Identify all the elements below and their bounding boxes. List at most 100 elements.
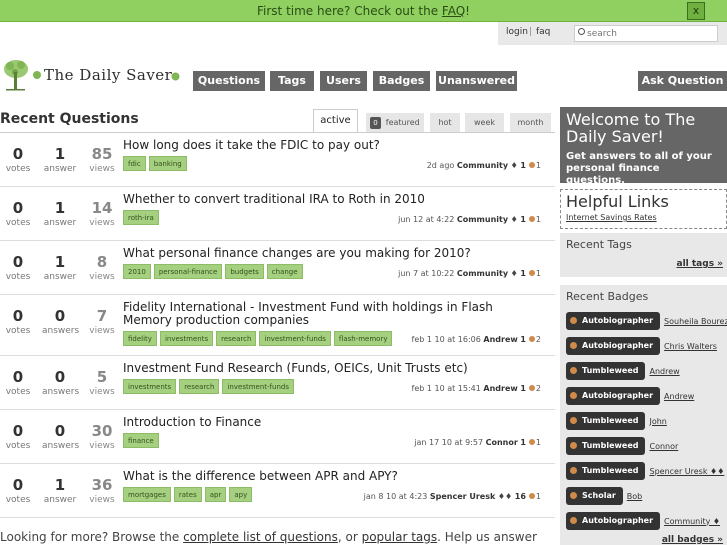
badge-pill[interactable]: Tumbleweed [566,362,646,380]
answers-label: answers [42,387,80,397]
tag[interactable]: investment-funds [259,331,331,346]
tag[interactable]: roth-ira [123,210,159,225]
badge-pill[interactable]: Tumbleweed [566,462,646,480]
question-row: 0 votes 1 answer 8 views What personal fina… [0,241,555,295]
tag[interactable]: investment-funds [222,379,294,394]
popular-tags-link[interactable]: popular tags [362,530,438,544]
notify-faq-link[interactable]: FAQ [442,4,465,18]
faq-link[interactable]: faq [536,27,550,37]
tag[interactable]: apr [204,487,227,502]
badge-pill[interactable]: Autobiographer [566,512,661,530]
badge-pill[interactable]: Tumbleweed [566,437,646,455]
votes-stat: 0 votes [0,307,36,336]
bronze-badge-icon [570,342,577,349]
question-user-link[interactable]: Community [457,161,508,170]
tag[interactable]: investments [123,379,177,394]
badge-user-link[interactable]: Spencer Uresk ♦♦ [649,467,724,476]
notify-close-button[interactable]: x [687,2,705,20]
question-title[interactable]: Investment Fund Research (Funds, OEICs, … [123,362,503,375]
tag[interactable]: apy [229,487,253,502]
nav-users[interactable]: Users [320,71,367,91]
all-badges-link[interactable]: all badges » [662,535,723,545]
badge-pill[interactable]: Autobiographer [566,337,661,355]
badge-user-link[interactable]: Andrew [649,367,679,376]
question-title[interactable]: Introduction to Finance [123,416,503,429]
tab-hot[interactable]: hot [430,113,460,132]
badge-user-link[interactable]: Connor [649,442,678,451]
question-meta: feb 1 10 at 16:06 Andrew 12 [412,335,542,344]
recent-tags-title: Recent Tags [566,238,632,251]
question-user-link[interactable]: Andrew [483,335,517,344]
tag[interactable]: personal-finance [153,264,223,279]
votes-stat: 0 votes [0,253,36,282]
question-title[interactable]: Whether to convert traditional IRA to Ro… [123,193,503,206]
tree-logo-icon[interactable] [2,58,42,94]
bronze-badge-icon [570,367,577,374]
all-questions-link[interactable]: complete list of questions [183,530,338,544]
badge-user-link[interactable]: Souheila Bourezg [664,317,727,326]
nav-badges[interactable]: Badges [373,71,430,91]
badge-pill[interactable]: Tumbleweed [566,412,646,430]
tag[interactable]: banking [148,156,187,171]
views-stat: 36 views [84,476,120,505]
tab-active[interactable]: active [313,109,358,133]
tag[interactable]: fidelity [123,331,157,346]
helpful-links-box: Helpful Links Internet Savings Rates [560,189,727,229]
tag[interactable]: change [266,264,303,279]
search-input[interactable] [574,25,718,42]
tag[interactable]: flash-memory [333,331,393,346]
question-user-link[interactable]: Andrew [483,384,517,393]
answers-count: 0 [54,307,66,325]
answers-count: 1 [54,145,66,163]
question-user-link[interactable]: Community [457,269,508,278]
question-user-link[interactable]: Connor [486,438,518,447]
bronze-badge-icon [570,492,577,499]
badge-user-link[interactable]: Bob [627,492,642,501]
user-badge-count: 1 [535,492,541,501]
badge-user-link[interactable]: Community ♦ [664,517,720,526]
badge-user-link[interactable]: Andrew [664,392,694,401]
nav-tags[interactable]: Tags [270,71,314,91]
question-user-link[interactable]: Community [457,215,508,224]
answers-label: answer [43,218,77,228]
question-meta: feb 1 10 at 15:41 Andrew 12 [412,384,542,393]
tab-week[interactable]: week [465,113,504,132]
tag[interactable]: finance [123,433,159,448]
badge-user-link[interactable]: Chris Walters [664,342,717,351]
ask-question-button[interactable]: Ask Question [638,71,727,91]
badge-name: Autobiographer [582,316,654,325]
all-tags-link[interactable]: all tags » [677,259,724,269]
tab-month[interactable]: month [510,113,551,132]
nav-questions[interactable]: Questions [193,71,265,91]
recent-tags-box: Recent Tags all tags » [560,233,727,277]
internet-savings-rates-link[interactable]: Internet Savings Rates [566,213,657,222]
footer-text: Looking for more? Browse the complete li… [0,530,537,544]
site-logo-text[interactable]: The Daily Saver [44,66,172,84]
nav-unanswered[interactable]: Unanswered [436,71,517,91]
tag[interactable]: fdic [123,156,146,171]
login-link[interactable]: login [506,27,528,37]
badge-user-link[interactable]: John [649,417,666,426]
question-tags: roth-ira [123,210,159,225]
views-count: 5 [96,368,108,386]
tag[interactable]: mortgages [123,487,171,502]
tag[interactable]: research [179,379,220,394]
question-title[interactable]: What is the difference between APR and A… [123,470,503,483]
views-label: views [89,495,115,505]
tag[interactable]: research [216,331,257,346]
tag[interactable]: rates [173,487,202,502]
user-badge-count: 1 [535,438,541,447]
question-title[interactable]: How long does it take the FDIC to pay ou… [123,139,503,152]
question-title[interactable]: Fidelity International - Investment Fund… [123,301,503,327]
tag[interactable]: investments [159,331,214,346]
tag[interactable]: budgets [225,264,264,279]
views-stat: 8 views [84,253,120,282]
tag[interactable]: 2010 [123,264,151,279]
badge-pill[interactable]: Autobiographer [566,387,661,405]
question-meta: 2d ago Community ♦ 11 [427,161,541,170]
question-user-link[interactable]: Spencer Uresk [430,492,495,501]
question-title[interactable]: What personal finance changes are you ma… [123,247,503,260]
badge-pill[interactable]: Autobiographer [566,312,661,330]
badge-pill[interactable]: Scholar [566,487,623,505]
tab-featured[interactable]: 0 featured [366,113,424,132]
